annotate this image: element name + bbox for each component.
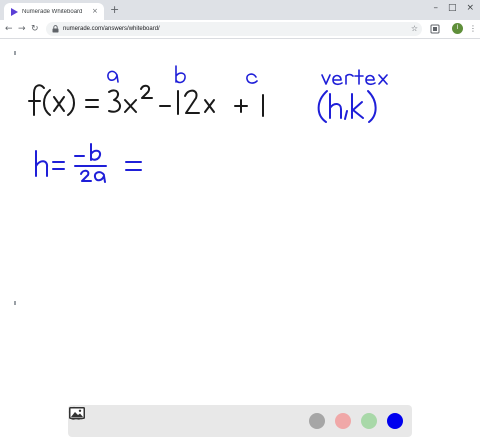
reload-button[interactable]: ↻ (31, 22, 39, 36)
whiteboard-canvas[interactable] (0, 39, 480, 444)
coefficient-labels (107, 65, 258, 84)
vertex-label (321, 69, 388, 86)
bookmark-star-icon[interactable]: ☆ (411, 22, 418, 36)
close-window-button[interactable]: × (466, 2, 474, 14)
browser-menu-icon[interactable]: ⋮ (469, 23, 477, 35)
image-icon[interactable] (69, 407, 301, 430)
color-pink-swatch[interactable] (334, 412, 352, 430)
shapes-icon[interactable] (70, 406, 197, 430)
url-text: numerade.com/answers/whiteboard/ (63, 26, 160, 32)
color-blue-swatch[interactable] (386, 412, 404, 430)
pen-icon[interactable] (70, 407, 171, 430)
handwritten-equation (28, 84, 264, 117)
maximize-button[interactable]: □ (448, 2, 457, 14)
blue-swatch (386, 413, 403, 429)
forward-button[interactable]: → (18, 22, 26, 36)
tab-close-icon[interactable]: × (92, 8, 98, 15)
tab-title: Numerade Whiteboard (22, 8, 83, 15)
eraser-icon[interactable] (69, 409, 249, 430)
text-icon[interactable] (71, 408, 223, 430)
back-button[interactable]: ← (5, 22, 13, 36)
redo-icon[interactable] (69, 408, 120, 430)
color-gray-swatch[interactable] (308, 412, 326, 430)
tab-numerade-whiteboard[interactable]: Numerade Whiteboard × (4, 3, 104, 20)
lock-icon (52, 25, 59, 33)
minimize-button[interactable]: – (433, 2, 438, 14)
numerade-favicon-icon (11, 7, 18, 16)
extension-icon[interactable] (430, 24, 440, 34)
tab-strip: Numerade Whiteboard × + – □ × (0, 0, 480, 20)
text-tool-icon[interactable] (71, 407, 275, 430)
handwriting-layer (28, 65, 388, 183)
color-green-swatch[interactable] (360, 412, 378, 430)
profile-avatar[interactable]: I (452, 23, 463, 34)
drawing-toolbar (68, 405, 412, 437)
pink-swatch (335, 413, 352, 429)
green-swatch (361, 413, 378, 429)
window-controls: – □ × (433, 2, 474, 14)
pointer-icon[interactable] (72, 407, 146, 430)
browser-toolbar: ← → ↻ numerade.com/answers/whiteboard/ ☆… (0, 20, 480, 39)
address-bar[interactable]: numerade.com/answers/whiteboard/ ☆ (46, 22, 422, 36)
gray-swatch (309, 413, 326, 429)
new-tab-button[interactable]: + (110, 4, 119, 16)
vertex-form (317, 90, 377, 123)
h-formula (35, 143, 142, 183)
